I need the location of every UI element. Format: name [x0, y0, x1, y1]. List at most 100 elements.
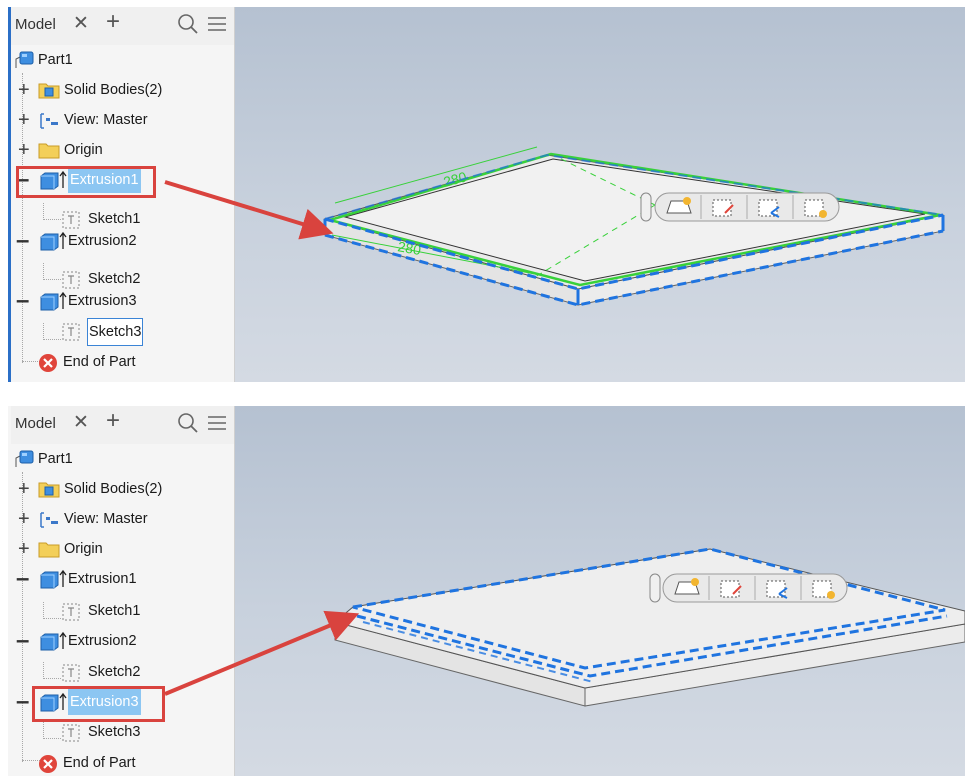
sketch-icon: [62, 603, 80, 621]
tree-item-label: Part1: [38, 52, 73, 68]
edit-sketch-icon: [712, 199, 734, 217]
highlight-box: [32, 686, 165, 722]
tab-model[interactable]: Model: [15, 16, 56, 33]
mini-toolbar[interactable]: [649, 573, 848, 603]
tree-line: [43, 323, 44, 340]
tree-item-label: View: Master: [64, 112, 148, 128]
tree-item-label: Solid Bodies(2): [64, 82, 163, 98]
tree-line: [43, 602, 44, 619]
tab-model[interactable]: Model: [15, 415, 56, 432]
tree-line: [43, 738, 61, 739]
tree-item-part[interactable]: Part1: [14, 47, 214, 73]
tree-line: [43, 279, 61, 280]
search-icon[interactable]: [176, 11, 200, 37]
tree-item-extrusion2[interactable]: – Extrusion2: [16, 228, 218, 254]
edit-sketch-icon: [720, 580, 742, 598]
plus-icon[interactable]: +: [18, 107, 30, 133]
tree-item-end-of-part[interactable]: End of Part: [38, 349, 218, 375]
part-icon: [15, 450, 34, 467]
close-icon[interactable]: ✕: [73, 12, 89, 35]
minus-icon[interactable]: –: [16, 689, 29, 715]
extrusion-icon: [40, 231, 67, 251]
tree-item-label: Extrusion2: [68, 633, 137, 649]
tree-item-extrusion3[interactable]: – Extrusion3: [16, 288, 218, 314]
tree-item-sketch1[interactable]: Sketch1: [60, 598, 210, 624]
folder-icon: [38, 83, 60, 99]
tree-item-label: Extrusion3: [68, 293, 137, 309]
tree-line: [43, 339, 61, 340]
model-browser: Model ✕ + Part1 + Solid Bodies(2) + View…: [8, 7, 235, 382]
error-icon: [39, 354, 57, 372]
error-icon: [39, 755, 57, 773]
tree-line: [43, 219, 61, 220]
close-icon[interactable]: ✕: [73, 411, 89, 434]
sketch-icon: [62, 211, 80, 229]
bottom-screenshot-panel: Model ✕ + Part1 + Solid Bodies(2) + View…: [0, 406, 965, 776]
tree-item-label: Sketch2: [88, 664, 141, 680]
plus-icon[interactable]: +: [18, 506, 30, 532]
minus-icon[interactable]: –: [16, 288, 29, 314]
menu-icon[interactable]: [205, 11, 229, 37]
tree-item-view[interactable]: + View: Master: [18, 506, 218, 532]
sketch-icon: [62, 724, 80, 742]
tree-item-label: End of Part: [63, 755, 136, 771]
tree-item-label: Sketch3: [87, 318, 144, 346]
tree-item-label: Extrusion2: [68, 233, 137, 249]
model-browser: Model ✕ + Part1 + Solid Bodies(2) + View…: [8, 406, 235, 776]
plus-icon[interactable]: +: [106, 8, 120, 36]
sketch-icon: [62, 271, 80, 289]
tree-line: [43, 722, 44, 739]
graphics-viewport[interactable]: 280 280: [235, 7, 965, 382]
plus-icon[interactable]: +: [18, 137, 30, 163]
tree-item-label: View: Master: [64, 511, 148, 527]
tree-item-label: End of Part: [63, 354, 136, 370]
mini-toolbar[interactable]: [640, 192, 840, 222]
sketch-icon: [62, 323, 80, 341]
top-screenshot-panel: Model ✕ + Part1 + Solid Bodies(2) + View…: [0, 7, 965, 382]
tree-item-label: Origin: [64, 541, 103, 557]
browser-accent-strip: [8, 7, 11, 382]
plus-icon[interactable]: +: [106, 407, 120, 435]
tree-item-view[interactable]: + View: Master: [18, 107, 218, 133]
tree-item-end-of-part[interactable]: End of Part: [38, 750, 218, 776]
viewport-scene: 280 280: [323, 146, 945, 307]
menu-icon[interactable]: [205, 410, 229, 436]
browser-tabbar: Model ✕ +: [11, 7, 234, 45]
plus-icon[interactable]: +: [18, 77, 30, 103]
tree-line: [43, 662, 44, 679]
tree-item-label: Part1: [38, 451, 73, 467]
sketch-icon: [62, 664, 80, 682]
extrusion-icon: [40, 291, 67, 311]
tree-item-solid-bodies[interactable]: + Solid Bodies(2): [18, 476, 218, 502]
view-icon: [40, 512, 58, 528]
extrusion-icon: [40, 569, 67, 589]
tree-line: [43, 678, 61, 679]
plus-icon[interactable]: +: [18, 476, 30, 502]
search-icon[interactable]: [176, 410, 200, 436]
folder-icon: [38, 482, 60, 498]
plus-icon[interactable]: +: [18, 536, 30, 562]
tree-line: [43, 618, 61, 619]
minus-icon[interactable]: –: [16, 566, 29, 592]
tree-item-part[interactable]: Part1: [14, 446, 214, 472]
share-sketch-icon: [758, 199, 780, 218]
highlight-box: [16, 166, 156, 198]
viewport-scene: [333, 547, 965, 707]
tree-item-label: Origin: [64, 142, 103, 158]
tree-item-label: Extrusion1: [68, 571, 137, 587]
minus-icon[interactable]: –: [16, 628, 29, 654]
tree-item-solid-bodies[interactable]: + Solid Bodies(2): [18, 77, 218, 103]
tree-item-label: Sketch3: [88, 724, 141, 740]
tree-item-extrusion2[interactable]: – Extrusion2: [16, 628, 218, 654]
tree-item-label: Solid Bodies(2): [64, 481, 163, 497]
folder-icon: [38, 542, 60, 558]
tree-item-sketch3[interactable]: Sketch3: [60, 318, 210, 346]
tree-item-origin[interactable]: + Origin: [18, 536, 218, 562]
tree-line: [43, 203, 44, 220]
tree-item-sketch2[interactable]: Sketch2: [60, 659, 210, 685]
tree-item-sketch3[interactable]: Sketch3: [60, 719, 210, 745]
graphics-viewport[interactable]: [235, 406, 965, 776]
tree-item-extrusion1[interactable]: – Extrusion1: [16, 566, 218, 592]
tree-item-origin[interactable]: + Origin: [18, 137, 218, 163]
minus-icon[interactable]: –: [16, 228, 29, 254]
